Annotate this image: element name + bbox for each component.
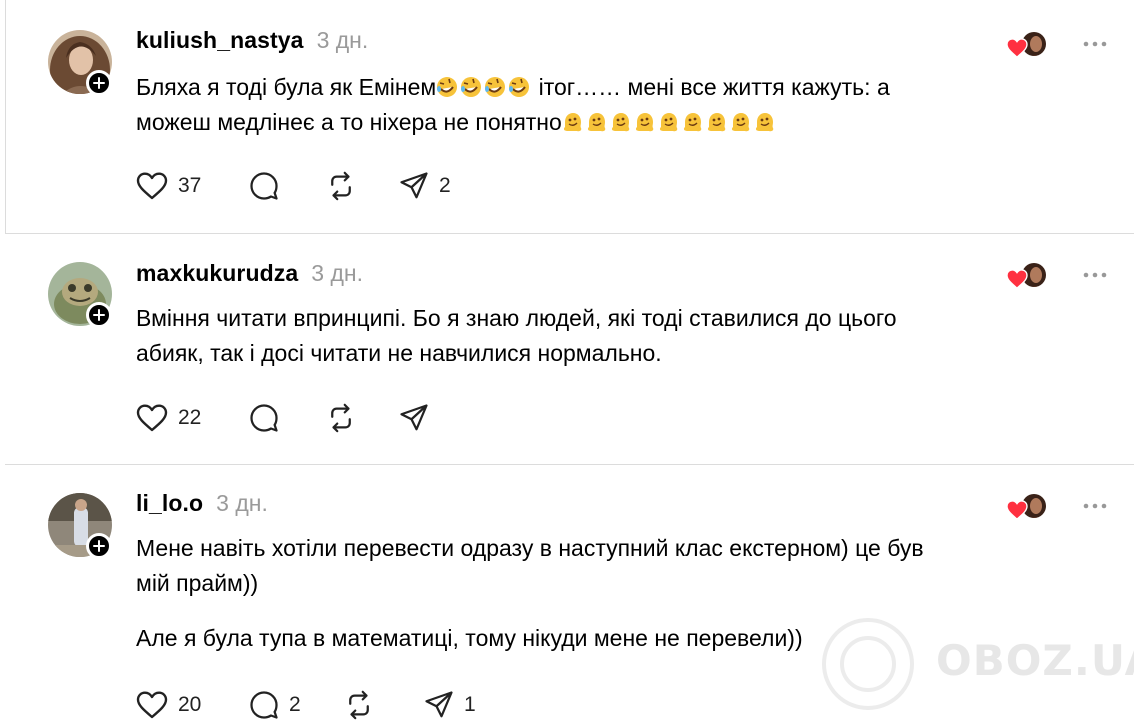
username[interactable]: maxkukurudza [136,260,298,287]
like-button[interactable]: 22 [136,402,201,434]
paper-plane-icon [425,691,453,718]
heart-outline-icon [136,172,168,200]
comment-text-line: Вміння читати впринципі. Бо я знаю людей… [136,305,897,331]
rofl-emoji-icon [461,77,482,97]
comment-item: kuliush_nastya 3 дн. Бляха я тоді була я… [0,0,1134,233]
watermark: OBOZ.UA [816,614,1134,714]
melting-face-emoji-icon [611,113,630,132]
melting-face-emoji-icon [563,113,582,132]
reply-button[interactable]: 2 [249,689,301,721]
comment-item: maxkukurudza 3 дн. Вміння читати впринци… [0,234,1134,464]
rofl-emoji-icon [437,77,458,97]
watermark-logo-icon [822,618,914,710]
like-button[interactable]: 20 [136,689,201,721]
speech-bubble-icon [250,404,278,432]
heart-outline-icon [136,691,168,719]
watermark-text: OBOZ.UA [936,636,1134,685]
repost-arrows-icon [331,171,351,201]
follow-button[interactable] [86,70,112,96]
plus-icon [93,77,105,89]
emoji-rofl-group [436,74,532,100]
repost-arrows-icon [331,403,351,433]
comment-header: maxkukurudza 3 дн. [136,260,363,287]
melting-face-emoji-icon [731,113,750,132]
comment-text-line: мій прайм)) [136,570,259,596]
reply-button[interactable] [249,170,279,202]
liked-by-author [1006,261,1050,293]
like-count: 37 [178,174,202,197]
melting-face-emoji-icon [755,113,774,132]
comment-text-line: можеш медлінеє а то ніхера не понятно [136,105,1036,140]
heart-outline-icon [136,404,168,432]
more-dots-icon[interactable] [1083,39,1107,49]
comment-text-line: Бляха я тоді була як Емінем ітог…… мені … [136,74,890,100]
username[interactable]: kuliush_nastya [136,27,304,54]
repost-button[interactable] [326,402,356,434]
share-button[interactable]: 2 [399,170,451,202]
comment-header: li_lo.o 3 дн. [136,490,268,517]
paper-plane-icon [400,172,428,199]
follow-button[interactable] [86,302,112,328]
rofl-emoji-icon [509,77,530,97]
like-button[interactable]: 37 [136,170,201,202]
red-heart-icon [1006,269,1028,289]
comment-text-line: Мене навіть хотіли перевести одразу в на… [136,535,924,561]
repost-arrows-icon [349,690,369,720]
comment-text-line: абияк, так і досі читати не навчилися но… [136,340,662,366]
avatar[interactable] [48,262,112,328]
avatar[interactable] [48,493,112,559]
melting-face-emoji-icon [635,113,654,132]
username[interactable]: li_lo.o [136,490,203,517]
rofl-emoji-icon [485,77,506,97]
like-count: 20 [178,693,202,716]
repost-button[interactable] [344,689,374,721]
timestamp[interactable]: 3 дн. [317,27,369,54]
comment-header: kuliush_nastya 3 дн. [136,27,368,54]
comment-text: Вміння читати впринципі. Бо я знаю людей… [136,301,1036,371]
comments-feed: kuliush_nastya 3 дн. Бляха я тоді була я… [0,0,1134,728]
more-dots-icon[interactable] [1083,270,1107,280]
red-heart-icon [1006,38,1028,58]
speech-bubble-icon [250,172,278,200]
liked-by-author [1006,30,1050,62]
speech-bubble-icon [250,691,278,719]
paper-plane-icon [400,404,428,431]
timestamp[interactable]: 3 дн. [216,490,268,517]
share-button[interactable] [399,402,429,434]
follow-button[interactable] [86,533,112,559]
liked-by-author [1006,492,1050,524]
melting-face-emoji-icon [683,113,702,132]
melting-face-emoji-icon [659,113,678,132]
share-count: 1 [464,693,476,716]
comment-text: Бляха я тоді була як Емінем ітог…… мені … [136,70,1036,140]
share-button[interactable]: 1 [424,689,476,721]
more-dots-icon[interactable] [1083,501,1107,511]
plus-icon [93,309,105,321]
red-heart-icon [1006,500,1028,520]
like-count: 22 [178,406,202,429]
melting-face-emoji-icon [587,113,606,132]
share-count: 2 [439,174,451,197]
repost-button[interactable] [326,170,356,202]
reply-button[interactable] [249,402,279,434]
plus-icon [93,540,105,552]
emoji-melting-group [562,109,778,135]
reply-count: 2 [289,693,301,716]
avatar[interactable] [48,30,112,96]
melting-face-emoji-icon [707,113,726,132]
timestamp[interactable]: 3 дн. [311,260,363,287]
